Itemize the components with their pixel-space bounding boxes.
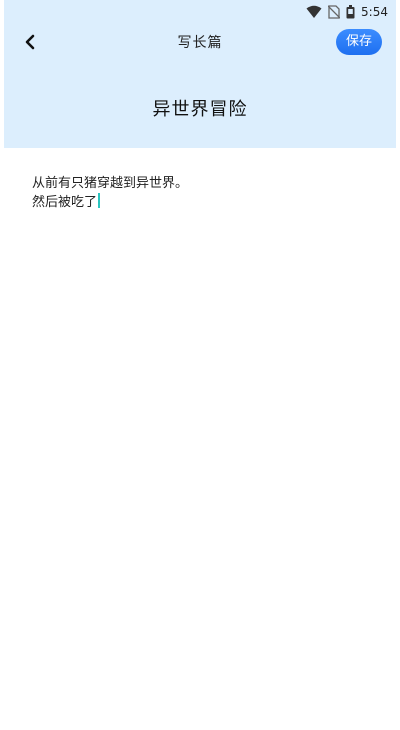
status-bar: 5:54	[4, 0, 396, 24]
status-icons: 5:54	[306, 4, 388, 20]
wifi-icon	[306, 5, 322, 18]
text-editor[interactable]: 从前有只猪穿越到异世界。 然后被吃了	[32, 175, 372, 212]
text-cursor	[98, 193, 101, 208]
nav-bar: 写长篇 保存	[4, 26, 396, 58]
editor-line-2: 然后被吃了	[32, 193, 372, 212]
save-button[interactable]: 保存	[336, 29, 382, 55]
editor-line-1: 从前有只猪穿越到异世界。	[32, 176, 189, 191]
document-title[interactable]: 异世界冒险	[4, 95, 396, 121]
battery-icon	[346, 5, 355, 19]
no-sim-icon	[328, 5, 341, 19]
screen: 5:54 写长篇 保存 异世界冒险 从前有只猪穿越到异世界。 然后被吃了	[4, 0, 396, 730]
header: 5:54 写长篇 保存 异世界冒险	[4, 0, 396, 148]
editor-line-2-text: 然后被吃了	[32, 195, 98, 210]
status-time: 5:54	[361, 5, 388, 19]
